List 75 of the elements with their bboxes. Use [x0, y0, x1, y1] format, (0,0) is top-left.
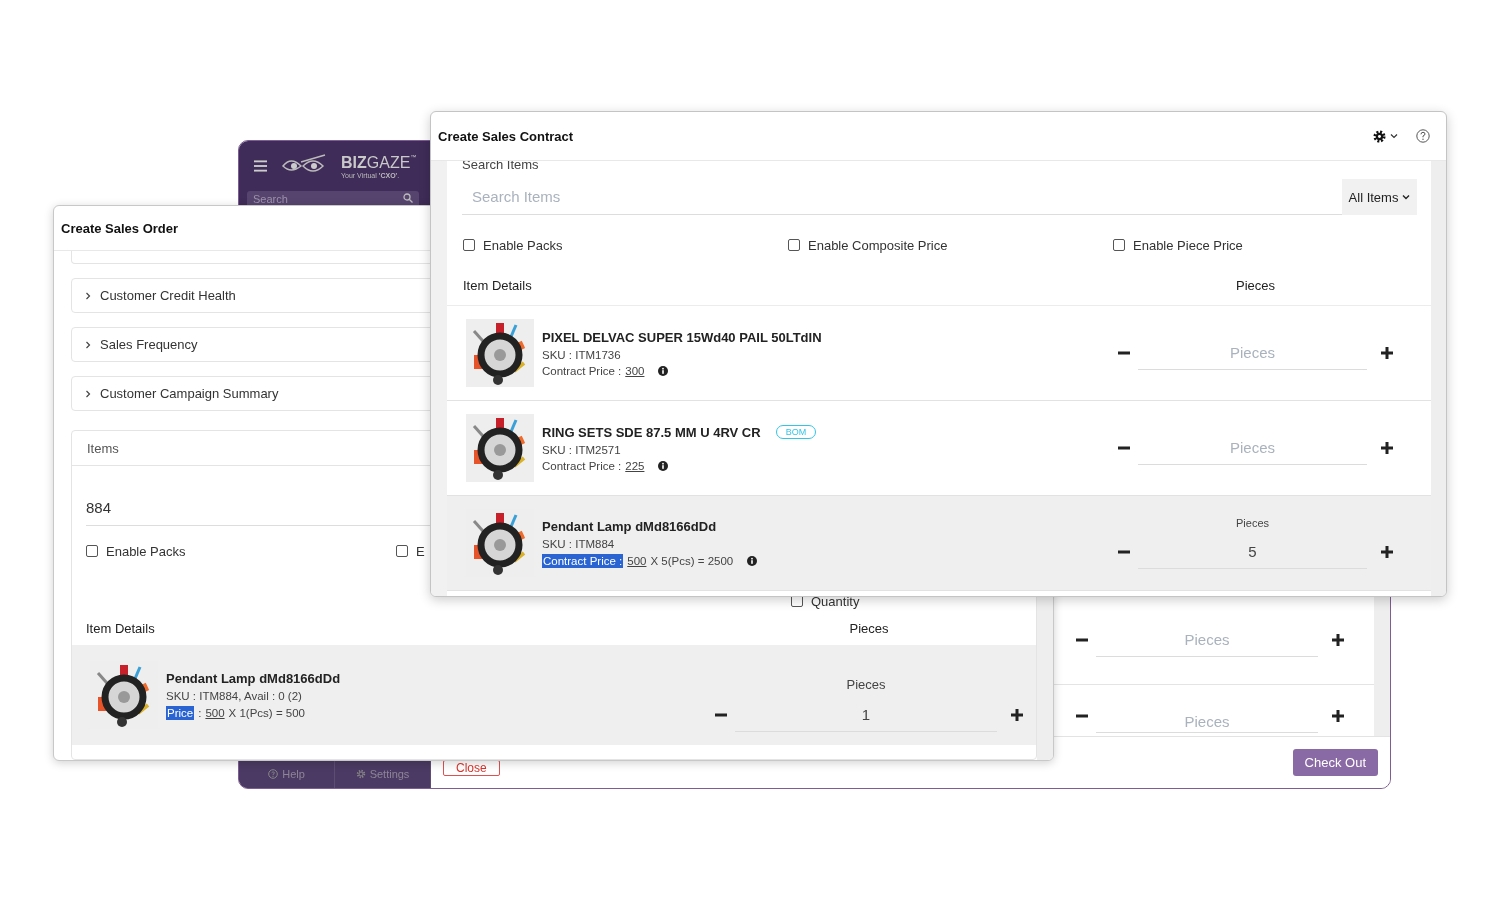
price-label: Contract Price : [542, 553, 624, 568]
caret-icon[interactable] [1390, 133, 1398, 139]
checkbox[interactable] [396, 545, 408, 557]
price-label: Contract Price : [542, 364, 622, 377]
info-icon[interactable] [747, 555, 758, 566]
item-name: Pendant Lamp dMd8166dDd [166, 670, 341, 686]
checkbox-label: Quantity [811, 593, 860, 609]
column-header: Pieces [1235, 277, 1276, 293]
section-title: Customer Campaign Summary [100, 386, 279, 401]
item-name: PIXEL DELVAC SUPER 15Wd40 PAIL 50LTdIN [542, 329, 822, 345]
quantity-field[interactable]: 1 [735, 697, 997, 732]
checkbox-label: Enable Packs [106, 543, 186, 559]
quantity-label: Pieces [1236, 517, 1269, 529]
price-label: Price [166, 705, 195, 720]
plus-icon[interactable] [1381, 442, 1393, 454]
checkbox-label: Enable Piece Price [1133, 237, 1243, 253]
brand-name: BIZ [341, 153, 367, 172]
scrollbar[interactable] [1431, 161, 1446, 596]
quantity-label: Pieces [846, 676, 886, 692]
checkbox[interactable] [788, 239, 800, 251]
price-separator: : [198, 706, 202, 719]
item-row[interactable]: Pendant Lamp dMd8166dDd SKU : ITM884 Contract Price : 500 X 5(Pcs) = 2500 Pieces 5 [447, 496, 1431, 591]
wheel-tools-drawing [466, 319, 534, 387]
field-value: 884 [86, 499, 112, 516]
search-icon[interactable] [403, 193, 413, 203]
quantity-field[interactable]: Pieces [1096, 623, 1318, 657]
plus-icon[interactable] [1332, 710, 1344, 722]
window-title: Create Sales Order [61, 220, 179, 236]
plus-icon[interactable] [1332, 634, 1344, 646]
window-title: Create Sales Contract [438, 128, 574, 144]
column-header: Item Details [86, 620, 156, 636]
brand-name: GAZE [366, 153, 411, 172]
price-link[interactable]: 225 [625, 459, 645, 472]
checkbox-label: Enable Composite Price [808, 237, 948, 253]
price-total: X 1(Pcs) = 500 [228, 706, 305, 719]
item-name: Pendant Lamp dMd8166dDd [542, 518, 717, 534]
menu-icon[interactable] [254, 160, 267, 172]
item-row[interactable]: Pendant Lamp dMd8166dDd SKU : ITM884, Avail : 0 (2) Price : 500 X 1(Pcs) = 500 Pieces 1 [72, 645, 1036, 745]
plus-icon[interactable] [1381, 347, 1393, 359]
checkbox[interactable] [1113, 239, 1125, 251]
quantity-field[interactable]: Pieces [1138, 431, 1367, 465]
checkbox-label: E [416, 543, 425, 559]
item-sku: SKU : ITM884 [542, 537, 616, 550]
price-link[interactable]: 300 [625, 364, 645, 377]
price-link[interactable]: 500 [205, 706, 225, 719]
quantity-field[interactable]: Pieces [1138, 336, 1367, 370]
checkbox-label: Enable Packs [483, 237, 563, 253]
info-icon[interactable] [658, 365, 669, 376]
filter-dropdown[interactable]: All Items [1342, 179, 1417, 215]
plus-icon[interactable] [1011, 708, 1023, 721]
quantity-field[interactable]: Pieces [1096, 711, 1318, 733]
quantity-field[interactable]: 5 [1138, 535, 1367, 569]
column-header: Item Details [463, 277, 533, 293]
price-label: Contract Price : [542, 459, 622, 472]
item-sku: SKU : ITM884, Avail : 0 (2) [166, 689, 303, 702]
checkbox[interactable] [86, 545, 98, 557]
price-link[interactable]: 500 [627, 554, 647, 567]
column-header: Pieces [848, 620, 890, 636]
info-icon[interactable] [658, 460, 669, 471]
help-icon[interactable] [1416, 129, 1430, 143]
settings-icon[interactable] [1373, 129, 1386, 143]
price-total: X 5(Pcs) = 2500 [650, 554, 734, 567]
wheel-tools-drawing [466, 414, 534, 482]
panel-title: Items [87, 440, 119, 456]
search-placeholder: Search [253, 193, 288, 206]
checkout-button[interactable]: Check Out [1292, 749, 1378, 776]
section-title: Customer Credit Health [100, 288, 236, 303]
checkbox[interactable] [463, 239, 475, 251]
section-title: Sales Frequency [100, 337, 198, 352]
item-sku: SKU : ITM2571 [542, 443, 622, 456]
caret-icon[interactable] [1402, 194, 1411, 200]
item-name: RING SETS SDE 87.5 MM U 4RV CR [542, 424, 761, 440]
help-icon[interactable] [268, 769, 279, 779]
plus-icon[interactable] [1381, 546, 1393, 558]
item-sku: SKU : ITM1736 [542, 348, 622, 361]
